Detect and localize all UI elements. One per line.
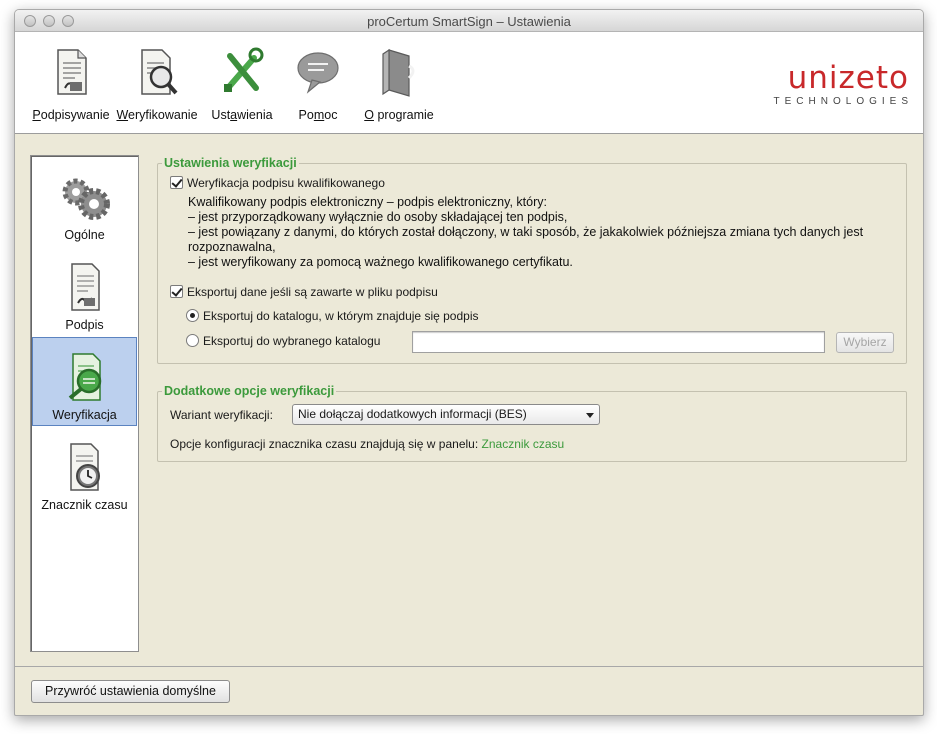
main-toolbar: Podpisywanie Weryfikowanie Ustawienia Po…: [15, 32, 923, 134]
toolbar-signing-button[interactable]: Podpisywanie: [25, 32, 117, 132]
speech-bubble-icon: [297, 52, 339, 94]
description-line: – jest weryfikowany za pomocą ważnego kw…: [188, 255, 573, 269]
info-document-icon: [382, 48, 415, 97]
chevron-down-icon: [586, 413, 594, 418]
toolbar-help-button[interactable]: Pomoc: [287, 32, 349, 132]
settings-window: proCertum SmartSign – Ustawienia Podpisy…: [14, 9, 924, 716]
sidebar-item-label: Ogólne: [64, 228, 105, 242]
export-chosen-directory-label: Eksportuj do wybranego katalogu: [203, 334, 381, 348]
sidebar-item-timestamp[interactable]: Znacznik czasu: [32, 428, 137, 517]
checkbox-box[interactable]: [170, 285, 183, 298]
toolbar-help-label: Pomoc: [298, 108, 338, 122]
toolbar-about-label: O programie: [364, 108, 434, 122]
toolbar-about-button[interactable]: O programie: [359, 32, 439, 132]
toolbar-verifying-button[interactable]: Weryfikowanie: [114, 32, 200, 132]
timestamp-panel-link[interactable]: Znacznik czasu: [482, 437, 565, 451]
toolbar-settings-button[interactable]: Ustawienia: [207, 32, 277, 132]
description-line: – jest powiązany z danymi, do których zo…: [188, 225, 864, 254]
toolbar-signing-label: Podpisywanie: [32, 108, 110, 122]
additional-options-legend: Dodatkowe opcje weryfikacji: [162, 384, 337, 398]
restore-defaults-button[interactable]: Przywróć ustawienia domyślne: [31, 680, 230, 703]
settings-sidebar: Ogólne Podpis Weryfikacja Znacznik czasu: [30, 155, 139, 652]
title-bar[interactable]: proCertum SmartSign – Ustawienia: [15, 10, 923, 32]
qualified-signature-label: Weryfikacja podpisu kwalifikowanego: [187, 176, 385, 190]
verification-variant-label: Wariant weryfikacji:: [170, 408, 273, 422]
tools-icon: [224, 47, 264, 92]
sidebar-item-label: Podpis: [65, 318, 104, 332]
toolbar-settings-label: Ustawienia: [211, 108, 273, 122]
bottom-bar: Przywróć ustawienia domyślne: [15, 666, 923, 715]
window-title: proCertum SmartSign – Ustawienia: [367, 14, 571, 29]
directory-path-input[interactable]: [412, 331, 825, 353]
sidebar-item-general[interactable]: Ogólne: [32, 158, 137, 247]
checkbox-box[interactable]: [170, 176, 183, 189]
unizeto-logo: unizeto TECHNOLOGIES: [773, 60, 913, 108]
gears-icon: [62, 178, 110, 220]
timestamp-info-text: Opcje konfiguracji znacznika czasu znajd…: [170, 437, 479, 451]
qualified-signature-checkbox[interactable]: Weryfikacja podpisu kwalifikowanego: [170, 176, 385, 190]
document-sign-icon: [57, 49, 87, 95]
verification-settings-legend: Ustawienia weryfikacji: [162, 156, 299, 170]
verification-settings-group: Ustawienia weryfikacji Weryfikacja podpi…: [157, 156, 907, 364]
description-line: Kwalifikowany podpis elektroniczny – pod…: [188, 195, 547, 209]
signature-document-icon: [70, 263, 100, 311]
sidebar-item-verification[interactable]: Weryfikacja: [32, 337, 137, 426]
sidebar-item-label: Weryfikacja: [52, 408, 117, 422]
sidebar-item-label: Znacznik czasu: [41, 498, 128, 512]
additional-options-group: Dodatkowe opcje weryfikacji Wariant wery…: [157, 384, 907, 462]
document-magnifier-icon: [141, 49, 178, 95]
verification-variant-value: Nie dołączaj dodatkowych informacji (BES…: [298, 407, 527, 421]
toolbar-verifying-label: Weryfikowanie: [116, 108, 198, 122]
timestamp-info: Opcje konfiguracji znacznika czasu znajd…: [170, 437, 564, 451]
verification-icon: [68, 353, 101, 401]
radio-button[interactable]: [186, 334, 199, 347]
description-line: – jest przyporządkowany wyłącznie do oso…: [188, 210, 568, 224]
clock-document-icon: [69, 443, 100, 491]
export-data-label: Eksportuj dane jeśli są zawarte w pliku …: [187, 285, 438, 299]
verification-variant-select[interactable]: Nie dołączaj dodatkowych informacji (BES…: [292, 404, 600, 425]
sidebar-item-signature[interactable]: Podpis: [32, 248, 137, 337]
radio-button[interactable]: [186, 309, 199, 322]
export-same-directory-label: Eksportuj do katalogu, w którym znajduje…: [203, 309, 479, 323]
export-data-checkbox[interactable]: Eksportuj dane jeśli są zawarte w pliku …: [170, 285, 438, 299]
choose-directory-button[interactable]: Wybierz: [836, 332, 894, 353]
export-chosen-directory-radio[interactable]: Eksportuj do wybranego katalogu: [186, 334, 380, 348]
export-same-directory-radio[interactable]: Eksportuj do katalogu, w którym znajduje…: [186, 309, 478, 323]
qualified-signature-description: Kwalifikowany podpis elektroniczny – pod…: [188, 195, 893, 270]
